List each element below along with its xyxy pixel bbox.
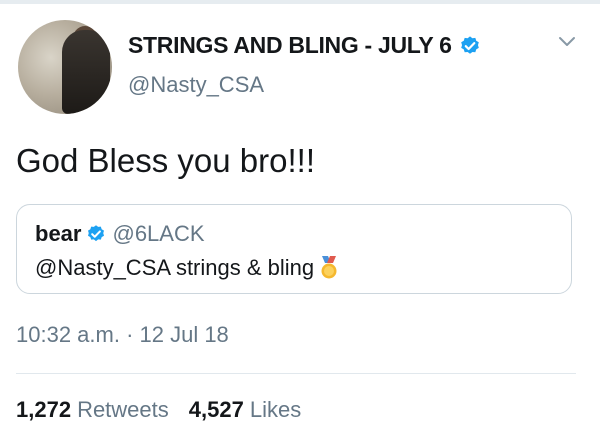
author-handle[interactable]: @Nasty_CSA — [128, 72, 264, 98]
retweets-count: 1,272 — [16, 397, 72, 422]
tweet-timestamp[interactable]: 10:32 a.m. · 12 Jul 18 — [16, 322, 229, 348]
retweets-stat[interactable]: 1,272 Retweets — [16, 397, 169, 423]
top-divider — [0, 0, 600, 4]
author-display-name[interactable]: STRINGS AND BLING - JULY 6 — [128, 32, 452, 59]
tweet-text: God Bless you bro!!! — [16, 142, 315, 179]
stats-divider — [16, 373, 576, 374]
quoted-author-name: bear — [35, 221, 82, 246]
verified-badge-icon — [460, 35, 479, 54]
quoted-tweet-text-row: @Nasty_CSA strings & bling — [35, 255, 338, 281]
avatar-figure — [62, 30, 110, 114]
retweets-label: Retweets — [77, 397, 169, 422]
medal-icon — [321, 256, 337, 279]
quoted-tweet-card[interactable]: bear @6LACK @Nasty_CSA strings & bling — [16, 204, 572, 294]
author-name-row[interactable]: STRINGS AND BLING - JULY 6 — [128, 32, 481, 59]
likes-label: Likes — [249, 397, 302, 422]
engagement-stats: 1,272 Retweets 4,527 Likes — [16, 397, 301, 423]
likes-stat[interactable]: 4,527 Likes — [189, 397, 301, 423]
verified-badge-icon — [88, 225, 105, 242]
likes-count: 4,527 — [188, 397, 244, 422]
quoted-author-handle: @6LACK — [112, 221, 205, 246]
quoted-tweet-header: bear @6LACK — [35, 221, 205, 247]
avatar[interactable] — [18, 20, 112, 114]
quoted-tweet-text: @Nasty_CSA strings & bling — [35, 255, 315, 280]
chevron-down-icon[interactable] — [558, 36, 576, 48]
